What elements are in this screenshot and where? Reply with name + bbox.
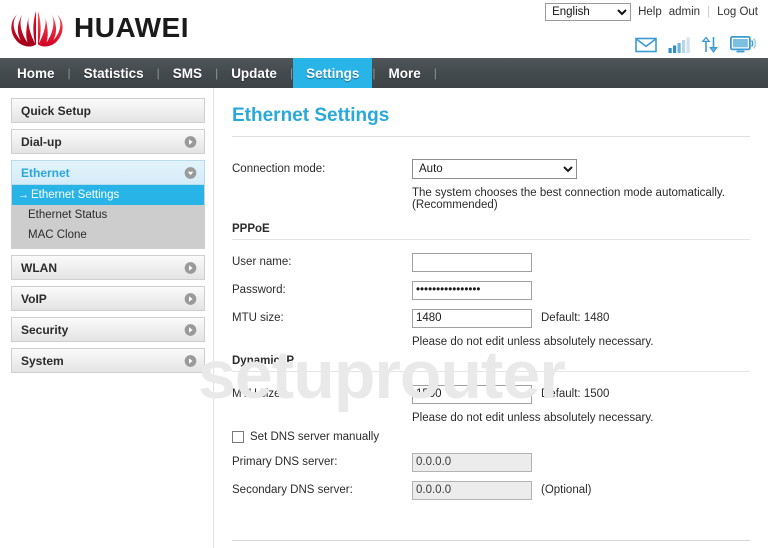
sidebar-label: Quick Setup — [21, 103, 92, 118]
page-title: Ethernet Settings — [232, 105, 390, 126]
data-transfer-icon[interactable] — [701, 36, 719, 53]
nav-item-update[interactable]: Update — [218, 58, 290, 88]
sidebar-menu: Quick Setup Dial-up Ethernet → Ethernet … — [0, 88, 214, 548]
dynamic-mtu-input[interactable] — [412, 384, 532, 404]
chevron-right-icon — [184, 323, 197, 336]
dynamic-mtu-row: MTU size: Default: 1500 — [232, 384, 750, 404]
top-header: HUAWEI English Help admin | Log Out — [0, 0, 768, 58]
username-label: User name: — [232, 256, 292, 268]
pppoe-username-row: User name: — [232, 252, 750, 272]
primary-dns-label: Primary DNS server: — [232, 456, 338, 468]
account-link[interactable]: admin — [669, 6, 700, 18]
dynamic-mtu-default: Default: 1500 — [541, 388, 610, 400]
nav-divider: | — [433, 66, 437, 80]
secondary-dns-input[interactable] — [412, 480, 532, 500]
dynamic-mtu-label: MTU size: — [232, 388, 284, 400]
active-arrow-icon: → — [18, 189, 29, 201]
nav-item-settings[interactable]: Settings — [293, 58, 373, 88]
username-input[interactable] — [412, 252, 532, 272]
nav-item-home[interactable]: Home — [4, 58, 68, 88]
chevron-right-icon — [184, 354, 197, 367]
primary-dns-row: Primary DNS server: — [232, 452, 750, 472]
signal-strength-icon[interactable] — [668, 37, 690, 53]
sidebar-item-dial-up[interactable]: Dial-up — [11, 129, 205, 154]
dynamic-ip-divider — [232, 371, 750, 372]
logout-link[interactable]: Log Out — [717, 6, 758, 18]
main-navigation: Home | Statistics | SMS | Update | Setti… — [0, 58, 768, 88]
pppoe-divider — [232, 239, 750, 240]
sidebar-sublabel: Ethernet Status — [28, 209, 108, 221]
brand-logo: HUAWEI — [8, 8, 189, 48]
sidebar-item-wlan[interactable]: WLAN — [11, 255, 205, 280]
help-link[interactable]: Help — [638, 6, 662, 18]
connection-mode-hint: The system chooses the best connection m… — [412, 187, 726, 211]
chevron-right-icon — [184, 135, 197, 148]
sidebar-submenu-ethernet: → Ethernet Settings Ethernet Status MAC … — [11, 185, 205, 249]
pppoe-mtu-note: Please do not edit unless absolutely nec… — [412, 336, 654, 348]
sidebar-item-ethernet[interactable]: Ethernet — [11, 160, 205, 185]
password-input[interactable] — [412, 280, 532, 300]
connection-mode-label: Connection mode: — [232, 163, 326, 175]
chevron-down-icon — [184, 166, 197, 179]
sidebar-sublabel: Ethernet Settings — [31, 189, 120, 201]
secondary-dns-row: Secondary DNS server: (Optional) — [232, 480, 750, 500]
section-title-dynamic-ip: Dynamic IP — [232, 355, 294, 367]
router-admin-page: HUAWEI English Help admin | Log Out Home… — [0, 0, 768, 548]
connection-mode-select[interactable]: Auto — [412, 159, 577, 179]
nav-item-more[interactable]: More — [375, 58, 433, 88]
pppoe-mtu-label: MTU size: — [232, 312, 284, 324]
language-select[interactable]: English — [545, 3, 632, 21]
chevron-right-icon — [184, 292, 197, 305]
password-label: Password: — [232, 284, 286, 296]
title-divider — [232, 136, 750, 137]
mail-icon[interactable] — [635, 37, 657, 53]
set-dns-manually-checkbox[interactable] — [232, 431, 244, 443]
sidebar-item-mac-clone[interactable]: MAC Clone — [12, 225, 204, 245]
status-icon-group — [635, 36, 756, 53]
nav-item-statistics[interactable]: Statistics — [71, 58, 157, 88]
chevron-right-icon — [184, 261, 197, 274]
sidebar-item-system[interactable]: System — [11, 348, 205, 373]
section-title-pppoe: PPPoE — [232, 223, 270, 235]
sidebar-item-quick-setup[interactable]: Quick Setup — [11, 98, 205, 123]
sidebar-item-voip[interactable]: VoIP — [11, 286, 205, 311]
sidebar-label: VoIP — [21, 291, 47, 306]
set-dns-manually-row[interactable]: Set DNS server manually — [232, 431, 750, 443]
primary-dns-input[interactable] — [412, 452, 532, 472]
footer-actions: Apply — [232, 541, 750, 548]
sidebar-label: WLAN — [21, 260, 57, 275]
pppoe-mtu-input[interactable] — [412, 308, 532, 328]
sidebar-label: System — [21, 353, 64, 368]
pppoe-mtu-default: Default: 1480 — [541, 312, 610, 324]
sidebar-label: Ethernet — [21, 165, 70, 180]
huawei-flower-icon — [11, 10, 63, 47]
nav-item-sms[interactable]: SMS — [160, 58, 215, 88]
secondary-dns-optional: (Optional) — [541, 484, 592, 496]
set-dns-manually-label[interactable]: Set DNS server manually — [250, 431, 379, 443]
content-panel: Ethernet Settings Connection mode: Auto … — [214, 88, 768, 548]
sidebar-item-security[interactable]: Security — [11, 317, 205, 342]
page-body: Quick Setup Dial-up Ethernet → Ethernet … — [0, 88, 768, 548]
connected-device-icon[interactable] — [730, 36, 756, 53]
header-toolbar: English Help admin | Log Out — [545, 3, 758, 21]
sidebar-item-ethernet-status[interactable]: Ethernet Status — [12, 205, 204, 225]
pppoe-password-row: Password: — [232, 280, 750, 300]
sidebar-sublabel: MAC Clone — [28, 229, 87, 241]
sidebar-item-ethernet-settings[interactable]: → Ethernet Settings — [12, 185, 204, 205]
sidebar-label: Dial-up — [21, 134, 62, 149]
dynamic-mtu-note: Please do not edit unless absolutely nec… — [412, 412, 654, 424]
toolbar-divider: | — [707, 6, 711, 18]
brand-name: HUAWEI — [74, 12, 189, 43]
pppoe-mtu-row: MTU size: Default: 1480 — [232, 308, 750, 328]
connection-mode-row: Connection mode: Auto — [232, 159, 750, 179]
secondary-dns-label: Secondary DNS server: — [232, 484, 353, 496]
sidebar-label: Security — [21, 322, 69, 337]
